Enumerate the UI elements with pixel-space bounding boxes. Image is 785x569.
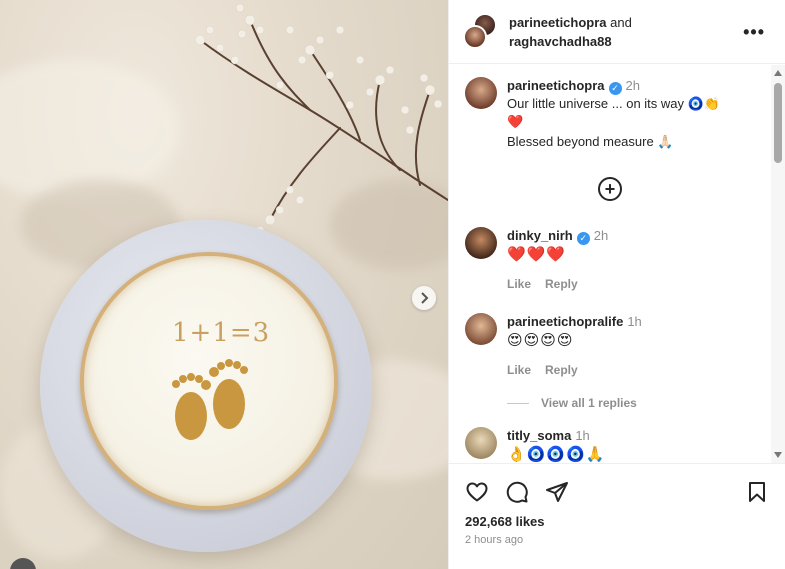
comment-item: dinky_nirh ✓ 2h ❤️❤️❤️ Like Reply bbox=[465, 227, 765, 293]
verified-badge-icon: ✓ bbox=[576, 232, 590, 245]
owner-username-link[interactable]: raghavchadha88 bbox=[509, 34, 612, 49]
comment-time[interactable]: 1h bbox=[627, 314, 641, 329]
scroll-up-arrow-icon[interactable] bbox=[774, 70, 782, 76]
caption-username[interactable]: parineetichopra bbox=[507, 78, 605, 93]
comment-username[interactable]: titly_soma bbox=[507, 428, 571, 443]
heart-icon[interactable] bbox=[465, 480, 489, 504]
post-side-panel: parineetichopra and raghavchadha88 ••• p… bbox=[448, 0, 785, 569]
owner-joiner: and bbox=[606, 14, 632, 30]
post-timestamp[interactable]: 2 hours ago bbox=[465, 534, 523, 546]
post-footer: 292,668 likes 2 hours ago bbox=[449, 463, 785, 569]
next-photo-button[interactable] bbox=[412, 286, 436, 310]
comment-icon[interactable] bbox=[505, 480, 529, 504]
collab-avatars[interactable] bbox=[463, 12, 497, 49]
view-replies-label: View all 1 replies bbox=[541, 396, 637, 410]
post-owners: parineetichopra and raghavchadha88 bbox=[509, 13, 632, 51]
comments-scrollbar[interactable] bbox=[771, 65, 785, 463]
comments-list[interactable]: parineetichopra ✓ 2h Our little universe .… bbox=[449, 65, 785, 463]
chevron-right-icon bbox=[421, 292, 429, 304]
cake-text: 1+1=3 bbox=[172, 318, 271, 348]
scroll-down-arrow-icon[interactable] bbox=[774, 452, 782, 458]
caption-text-line: ❤️ bbox=[507, 114, 524, 129]
comment-text: 😍😍😍😍 bbox=[507, 332, 574, 349]
comment-time[interactable]: 2h bbox=[594, 228, 608, 243]
caption-text-line: Our little universe ... on its way 🧿👏 bbox=[507, 96, 720, 111]
send-icon[interactable] bbox=[545, 480, 569, 504]
baby-footprint-right-icon bbox=[209, 359, 248, 429]
corner-control[interactable] bbox=[10, 558, 36, 569]
post-photo: 1+1=3 bbox=[0, 0, 448, 569]
comment-like-button[interactable]: Like bbox=[507, 363, 531, 377]
bookmark-icon[interactable] bbox=[745, 480, 769, 504]
comment-text: ❤️❤️❤️ bbox=[507, 246, 567, 263]
divider bbox=[507, 402, 529, 404]
comment-item: titly_soma 1h 👌🧿🧿🧿🙏 bbox=[465, 427, 765, 463]
scrollbar-thumb[interactable] bbox=[774, 83, 782, 163]
comment-time[interactable]: 1h bbox=[575, 428, 589, 443]
caption-text-line: Blessed beyond measure 🙏🏻 bbox=[507, 134, 674, 149]
avatar[interactable] bbox=[465, 313, 497, 345]
post-header: parineetichopra and raghavchadha88 ••• bbox=[449, 0, 785, 64]
avatar[interactable] bbox=[465, 427, 497, 459]
post-caption: parineetichopra ✓ 2h Our little universe .… bbox=[465, 77, 765, 151]
avatar[interactable] bbox=[463, 24, 487, 49]
avatar[interactable] bbox=[465, 77, 497, 109]
comment-like-button[interactable]: Like bbox=[507, 277, 531, 291]
caption-time[interactable]: 2h bbox=[626, 78, 640, 93]
comment-username[interactable]: dinky_nirh bbox=[507, 228, 573, 243]
comment-text: 👌🧿🧿🧿🙏 bbox=[507, 446, 606, 463]
owner-username-link[interactable]: parineetichopra bbox=[509, 15, 607, 30]
flower-branch bbox=[194, 3, 448, 235]
comment-username[interactable]: parineetichopralife bbox=[507, 314, 623, 329]
comment-reply-button[interactable]: Reply bbox=[545, 277, 578, 291]
avatar[interactable] bbox=[465, 227, 497, 259]
load-more-comments-button[interactable]: + bbox=[598, 177, 622, 201]
view-replies-button[interactable]: View all 1 replies bbox=[507, 396, 637, 410]
comment-item: parineetichopralife 1h 😍😍😍😍 Like Reply bbox=[465, 313, 765, 379]
comment-reply-button[interactable]: Reply bbox=[545, 363, 578, 377]
action-bar bbox=[465, 480, 771, 504]
plus-circle-icon: + bbox=[604, 179, 616, 199]
likes-count[interactable]: 292,668 likes bbox=[465, 514, 545, 529]
fabric-fold bbox=[0, 60, 180, 200]
more-options-icon[interactable]: ••• bbox=[743, 22, 765, 43]
verified-badge-icon: ✓ bbox=[608, 82, 622, 95]
